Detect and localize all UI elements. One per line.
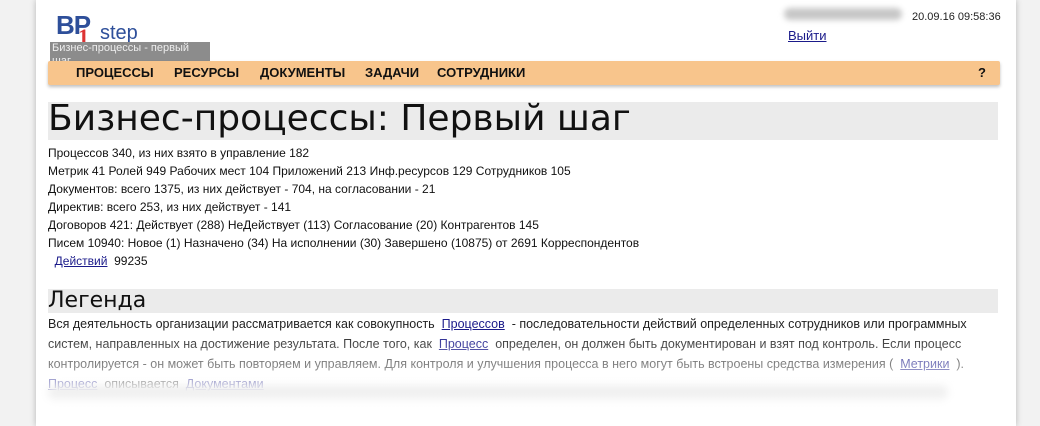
- legend-text-part4: ).: [956, 357, 965, 371]
- page-title-bar: Бизнес-процессы: Первый шаг: [48, 98, 998, 140]
- process-link[interactable]: Процесс: [439, 337, 488, 351]
- actions-count: 99235: [114, 254, 148, 268]
- menu-item-resources[interactable]: РЕСУРСЫ: [174, 65, 239, 80]
- stats-block: Процессов 340, из них взято в управление…: [48, 144, 988, 270]
- help-button[interactable]: ?: [978, 65, 986, 80]
- user-name-redacted: [784, 8, 902, 20]
- stat-contracts: Договоров 421: Действует (288) НеДейству…: [48, 218, 539, 232]
- logout-link[interactable]: Выйти: [788, 28, 827, 43]
- stat-actions: Действий 99235: [48, 252, 988, 270]
- metrics-link[interactable]: Метрики: [900, 357, 949, 371]
- page-title: Бизнес-процессы: Первый шаг: [48, 98, 631, 139]
- blurred-text-line: [48, 386, 948, 400]
- menu-item-employees[interactable]: СОТРУДНИКИ: [437, 65, 525, 80]
- legend-text-part1: Вся деятельность организации рассматрива…: [48, 317, 435, 331]
- menu-item-processes[interactable]: ПРОЦЕССЫ: [76, 65, 154, 80]
- legend-title: Легенда: [48, 288, 147, 313]
- stat-directives: Директив: всего 253, из них действует - …: [48, 200, 292, 214]
- stat-letters: Писем 10940: Новое (1) Назначено (34) На…: [48, 236, 640, 250]
- page: BP 1 step Бизнес-процессы - первый шаг 2…: [36, 0, 1016, 426]
- menu-item-tasks[interactable]: ЗАДАЧИ: [365, 65, 419, 80]
- processes-link[interactable]: Процессов: [442, 317, 505, 331]
- stat-processes: Процессов 340, из них взято в управление…: [48, 146, 310, 160]
- main-menu: ПРОЦЕССЫ РЕСУРСЫ ДОКУМЕНТЫ ЗАДАЧИ СОТРУД…: [48, 61, 1000, 85]
- current-datetime: 20.09.16 09:58:36: [912, 11, 1001, 23]
- logo[interactable]: BP 1 step Бизнес-процессы - первый шаг: [50, 8, 210, 68]
- legend-text: Вся деятельность организации рассматрива…: [48, 314, 978, 394]
- actions-link[interactable]: Действий: [55, 254, 108, 268]
- legend-title-bar: Легенда: [48, 288, 998, 313]
- stat-documents: Документов: всего 1375, из них действует…: [48, 182, 436, 196]
- stat-resources: Метрик 41 Ролей 949 Рабочих мест 104 При…: [48, 164, 571, 178]
- menu-item-documents[interactable]: ДОКУМЕНТЫ: [260, 65, 345, 80]
